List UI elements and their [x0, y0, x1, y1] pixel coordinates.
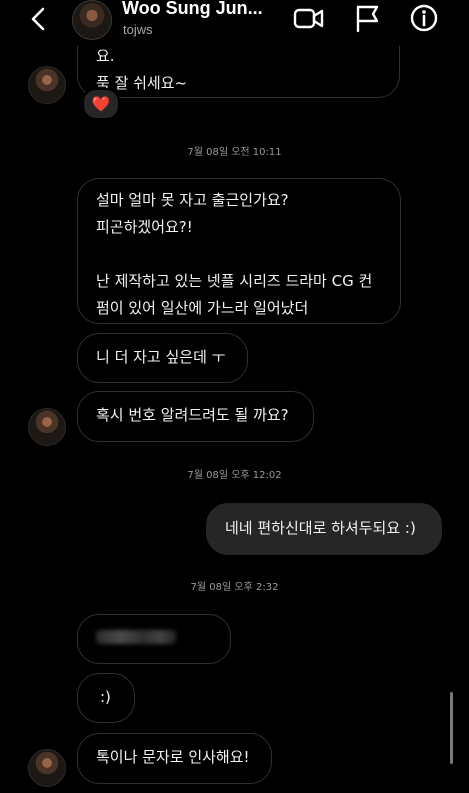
- sent-message-bubble[interactable]: 네네 편하신대로 하셔두되요 :): [206, 503, 442, 555]
- message-bubble[interactable]: 니 더 자고 싶은데 ㅜ: [77, 333, 248, 383]
- report-button[interactable]: [353, 3, 383, 33]
- sender-avatar[interactable]: [28, 66, 66, 104]
- message-bubble[interactable]: 톡이나 문자로 인사해요!: [77, 733, 272, 784]
- message-bubble[interactable]: :): [77, 673, 135, 723]
- message-bubble[interactable]: 설마 얼마 못 자고 출근인가요? 피곤하겠어요?! 난 제작하고 있는 넷플 …: [77, 178, 401, 324]
- message-thread[interactable]: 요. 푹 잘 쉬세요~ ❤️ 7월 08일 오전 10:11 설마 얼마 못 자…: [0, 0, 469, 793]
- scrollbar[interactable]: [450, 692, 453, 764]
- video-camera-icon: [293, 8, 324, 29]
- chat-header: Woo Sung Jun... tojws: [0, 0, 469, 46]
- redacted-text: [96, 630, 176, 644]
- contact-username: tojws: [123, 22, 153, 37]
- flag-icon: [356, 5, 379, 33]
- heart-icon: ❤️: [91, 95, 111, 113]
- timestamp: 7월 08일 오후 2:32: [190, 582, 279, 593]
- info-icon: [410, 4, 438, 32]
- sender-avatar[interactable]: [28, 749, 66, 787]
- message-bubble[interactable]: 혹시 번호 알려드려도 될 까요?: [77, 391, 314, 442]
- back-button[interactable]: [26, 6, 52, 32]
- timestamp: 7월 08일 오전 10:11: [187, 147, 282, 158]
- contact-name[interactable]: Woo Sung Jun...: [122, 0, 263, 19]
- video-call-button[interactable]: [293, 3, 324, 33]
- sender-avatar[interactable]: [28, 408, 66, 446]
- timestamp: 7월 08일 오후 12:02: [187, 470, 282, 481]
- chevron-left-icon: [31, 7, 45, 31]
- heart-reaction[interactable]: ❤️: [82, 88, 120, 120]
- info-button[interactable]: [409, 3, 439, 33]
- profile-avatar[interactable]: [72, 0, 112, 40]
